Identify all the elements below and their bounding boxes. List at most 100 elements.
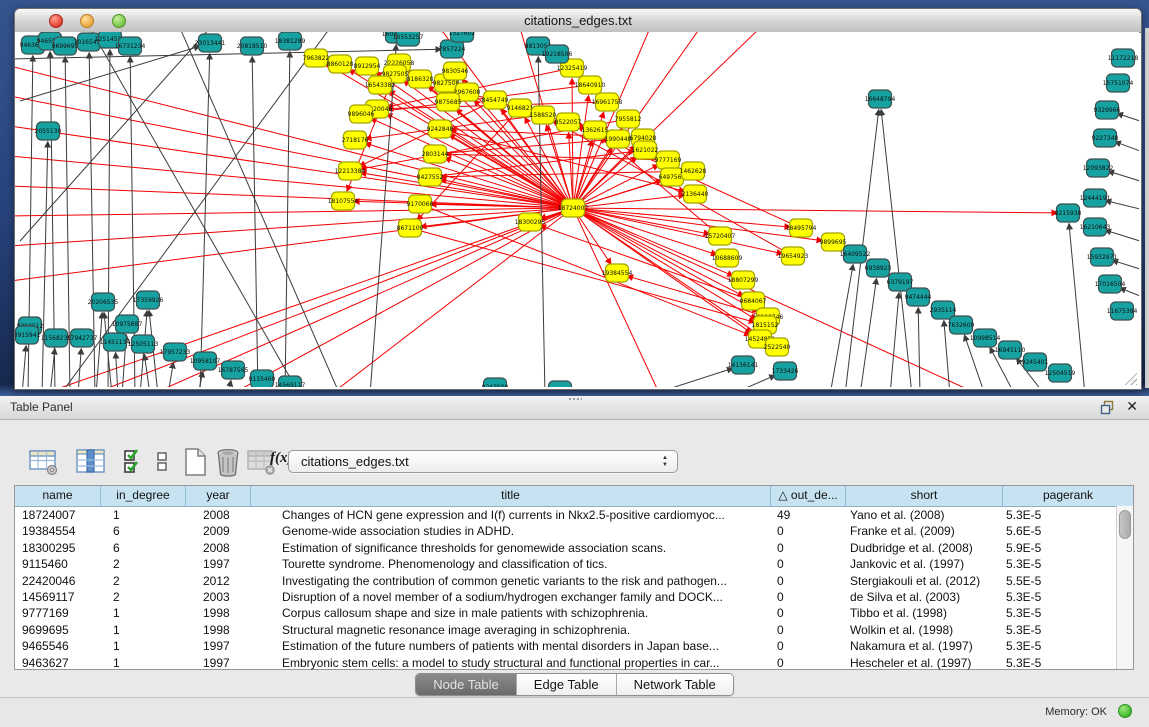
new-table-icon[interactable] (182, 447, 208, 477)
graph-edge[interactable] (116, 353, 118, 387)
table-cell: Dudbridge et al. (2008) (846, 540, 1003, 556)
table-row[interactable]: 2242004622012Investigating the contribut… (15, 573, 1133, 589)
delete-table-trash-icon[interactable] (214, 447, 242, 477)
table-cell: 2 (101, 573, 186, 589)
graph-edge[interactable] (730, 375, 775, 387)
table-cell: Estimation of significance thresholds fo… (251, 540, 771, 556)
table-row[interactable]: 946362711997Embryonic stem cells: a mode… (15, 655, 1133, 671)
column-header-in-degree[interactable]: in_degree (101, 486, 186, 506)
graph-edge-selected[interactable] (573, 195, 684, 208)
graph-edge[interactable] (15, 49, 441, 59)
graph-edge-selected[interactable] (420, 204, 750, 335)
graph-edge-selected[interactable] (15, 208, 573, 216)
graph-node-label: 8912954 (354, 63, 381, 70)
graph-edge-selected[interactable] (15, 186, 573, 208)
graph-edge-selected[interactable] (445, 158, 573, 208)
graph-edge[interactable] (944, 321, 950, 387)
column-header-pagerank[interactable]: pagerank (1003, 486, 1133, 506)
column-header-short[interactable]: short (846, 486, 1003, 506)
graph-node-label: 11451134 (100, 339, 131, 346)
graph-edge[interactable] (650, 368, 733, 387)
table-row[interactable]: 946554611997Estimation of the future num… (15, 638, 1133, 654)
graph-node-label: 16731234 (115, 43, 146, 50)
graph-edge-selected[interactable] (387, 114, 573, 208)
column-header-out-de-[interactable]: △ out_de... (771, 486, 846, 506)
table-row[interactable]: 1938455462009Genome-wide association stu… (15, 523, 1133, 539)
scrollbar-thumb[interactable] (1119, 510, 1131, 539)
graph-edge[interactable] (96, 313, 102, 387)
graph-edge[interactable] (285, 52, 290, 387)
network-svg[interactable]: 1872400779638228860128891295422226058982… (15, 32, 1139, 387)
table-toolbar: f(x) citations_edges.txt ▲▼ (0, 445, 1149, 479)
network-window-titlebar[interactable]: citations_edges.txt (15, 9, 1141, 33)
show-columns-icon[interactable] (75, 447, 107, 477)
table-settings-icon[interactable] (28, 447, 60, 477)
table-cell: 5.3E-5 (1003, 638, 1133, 654)
graph-edge[interactable] (1106, 201, 1139, 209)
table-cell: de Silva et al. (2003) (846, 589, 1003, 605)
graph-edge[interactable] (22, 346, 26, 387)
application-window: citations_edges.txt 18724007796382288601… (0, 0, 1149, 727)
column-header-name[interactable]: name (15, 486, 101, 506)
row-options-icon[interactable] (156, 447, 168, 477)
graph-edge-selected[interactable] (441, 171, 693, 177)
graph-edge[interactable] (890, 293, 899, 387)
graph-node-label: 2803144 (422, 151, 449, 158)
graph-node-label: 2718176 (342, 137, 369, 144)
graph-edge-selected[interactable] (573, 208, 790, 227)
column-header-year[interactable]: year (186, 486, 251, 506)
graph-node-label: 12325419 (557, 65, 588, 72)
select-rows-icon[interactable] (122, 447, 146, 477)
column-header-title[interactable]: title (251, 486, 771, 506)
graph-edge[interactable] (252, 57, 258, 387)
graph-edge[interactable] (1069, 224, 1085, 387)
table-cell: 0 (771, 655, 846, 671)
graph-edge[interactable] (1106, 230, 1139, 241)
graph-edge[interactable] (144, 355, 150, 387)
table-body: 1872400712008Changes of HCN gene express… (15, 507, 1133, 671)
graph-node-label: 16945110 (995, 347, 1026, 354)
splitter-grip[interactable] (568, 397, 582, 402)
graph-edge[interactable] (180, 32, 340, 387)
network-canvas[interactable]: 1872400779638228860128891295422226058982… (15, 32, 1139, 387)
tab-node-table[interactable]: Node Table (416, 674, 517, 695)
graph-edge-selected[interactable] (40, 208, 573, 387)
graph-edge[interactable] (1120, 288, 1139, 296)
graph-node-label: 8522057 (555, 119, 582, 126)
table-row[interactable]: 977716911998Corpus callosum shape and si… (15, 605, 1133, 621)
graph-edge[interactable] (370, 45, 396, 387)
close-panel-icon[interactable]: ✕ (1126, 398, 1138, 415)
graph-node-label: 9245401 (1022, 359, 1049, 366)
table-cell: 18300295 (15, 540, 101, 556)
graph-edge-selected[interactable] (573, 208, 1057, 213)
graph-edge[interactable] (168, 363, 173, 387)
table-row[interactable]: 1872400712008Changes of HCN gene express… (15, 507, 1133, 523)
graph-edge[interactable] (1117, 113, 1139, 121)
table-row[interactable]: 1456911722003Disruption of a novel membe… (15, 589, 1133, 605)
tab-network-table[interactable]: Network Table (617, 674, 733, 695)
table-selector-dropdown[interactable]: citations_edges.txt ▲▼ (288, 450, 678, 473)
graph-edge[interactable] (42, 142, 48, 387)
graph-node-label: 14569117 (275, 382, 306, 387)
float-panel-icon[interactable] (1100, 400, 1115, 415)
graph-edge[interactable] (228, 381, 231, 387)
tab-edge-table[interactable]: Edge Table (517, 674, 617, 695)
graph-edge[interactable] (881, 110, 912, 387)
table-cell: 1 (101, 507, 186, 523)
table-row[interactable]: 969969511998Structural magnetic resonanc… (15, 622, 1133, 638)
graph-node-label: 8215938 (1055, 210, 1082, 217)
graph-node-label: 1527602 (449, 32, 476, 37)
table-row[interactable]: 1830029562008Estimation of significance … (15, 540, 1133, 556)
graph-node-label: 19654923 (778, 253, 809, 260)
vertical-scrollbar[interactable] (1116, 506, 1133, 669)
table-cell: 0 (771, 638, 846, 654)
graph-edge[interactable] (1115, 142, 1139, 151)
graph-edge[interactable] (918, 308, 920, 387)
graph-edge-selected[interactable] (15, 96, 573, 208)
graph-edge[interactable] (1109, 171, 1139, 181)
graph-edge[interactable] (830, 265, 853, 387)
memory-status-indicator[interactable] (1118, 704, 1132, 718)
table-row[interactable]: 911546021997Tourette syndrome. Phenomeno… (15, 556, 1133, 572)
graph-edge[interactable] (1112, 260, 1139, 269)
graph-edge[interactable] (860, 279, 876, 387)
